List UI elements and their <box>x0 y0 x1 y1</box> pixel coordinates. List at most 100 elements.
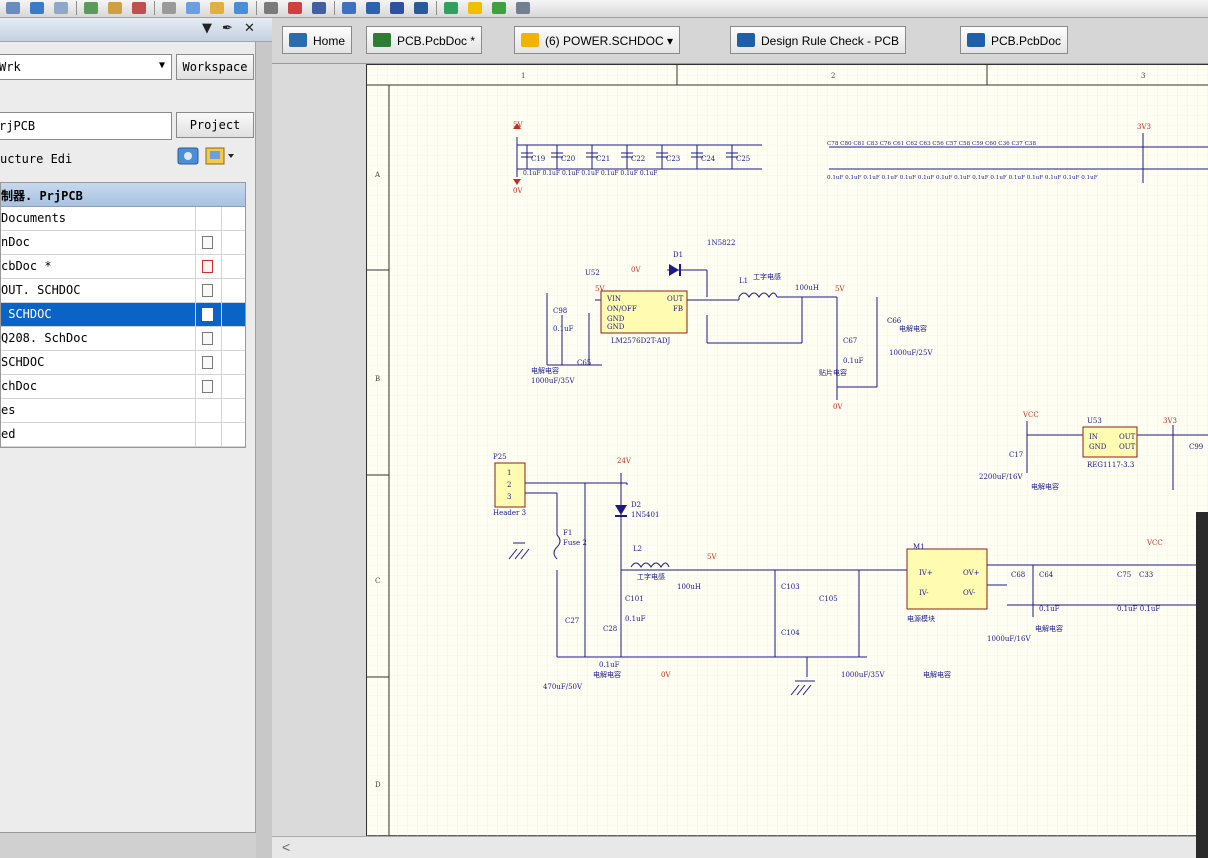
diode-part: 1N5401 <box>631 511 659 519</box>
search-icon[interactable] <box>52 0 70 16</box>
component-icon[interactable] <box>442 0 460 16</box>
cap-label: C28 <box>603 625 617 633</box>
diode-part: 1N5822 <box>707 239 735 247</box>
gear-icon[interactable] <box>514 0 532 16</box>
cross-icon[interactable] <box>286 0 304 16</box>
schematic-canvas[interactable]: 1 2 3 A B C D 5V 0V C19 C20 C21 C22 C23 … <box>272 64 1208 836</box>
status-cell <box>195 279 221 302</box>
pin-label: OUT <box>1119 433 1136 441</box>
pin-label: FB <box>673 305 683 313</box>
select-icon[interactable] <box>232 0 250 16</box>
inductor-label: L1 <box>739 277 748 285</box>
status-cell <box>221 255 247 278</box>
document-menu-icon[interactable] <box>205 147 234 165</box>
arrow-down-icon[interactable] <box>490 0 508 16</box>
tab-pcb[interactable]: PCB.PcbDoc <box>960 26 1069 54</box>
inductor-desc: 工字电感 <box>753 272 781 281</box>
pcb-icon <box>373 33 391 47</box>
tree-row[interactable]: es <box>1 399 245 423</box>
pin-label: IV- <box>919 589 929 597</box>
cap-label: C105 <box>819 595 838 603</box>
globe-icon <box>737 33 755 47</box>
status-cell <box>195 423 221 446</box>
globe-icon[interactable] <box>28 0 46 16</box>
structure-editor-row: ucture Edi <box>0 146 256 170</box>
status-cell <box>221 399 247 422</box>
cap-label: C27 <box>565 617 579 625</box>
tree-row[interactable]: SCHDOC <box>1 303 245 327</box>
projects-panel: ▼ ✒ ✕ Wrk ▼ Workspace rjPCB Project uctu… <box>0 18 272 858</box>
project-button[interactable]: Project <box>176 112 254 138</box>
project-field[interactable]: rjPCB <box>0 112 172 140</box>
home-icon <box>289 33 307 47</box>
toolbar-separator <box>256 1 257 15</box>
pin-label: OV- <box>963 589 976 597</box>
tree-row[interactable]: Documents <box>1 207 245 231</box>
tab-pcb-modified[interactable]: PCB.PcbDoc * <box>366 26 483 54</box>
copy-icon[interactable] <box>184 0 202 16</box>
tab-design-rule-check[interactable]: Design Rule Check - PCB <box>730 26 907 54</box>
cap-desc: 电解电容 <box>899 324 927 333</box>
cap-value: 0.1uF <box>625 615 646 623</box>
connector-designator: P25 <box>493 453 507 461</box>
tree-row-label: es <box>1 403 16 417</box>
power-icon[interactable] <box>388 0 406 16</box>
net-label-icon[interactable] <box>412 0 430 16</box>
app-window: ▼ ✒ ✕ Wrk ▼ Workspace rjPCB Project uctu… <box>0 0 1208 858</box>
zoom-icon[interactable] <box>82 0 100 16</box>
tree-row[interactable]: SCHDOC <box>1 351 245 375</box>
pin-label: ON/OFF <box>607 305 637 313</box>
cap-value: 470uF/50V <box>543 683 583 691</box>
wire-icon[interactable] <box>310 0 328 16</box>
tree-row[interactable]: OUT. SCHDOC <box>1 279 245 303</box>
cap-desc: 电解电容 <box>593 670 621 679</box>
tab-power-schdoc[interactable]: (6) POWER.SCHDOC ▾ <box>514 26 681 54</box>
tree-row[interactable]: nDoc <box>1 231 245 255</box>
tree-row[interactable]: chDoc <box>1 375 245 399</box>
paste-icon[interactable] <box>208 0 226 16</box>
close-icon[interactable]: ✕ <box>244 21 255 36</box>
power-module[interactable] <box>906 548 988 610</box>
panel-menu-icon[interactable]: ▼ <box>202 21 212 36</box>
net-5v: 5V <box>595 285 605 293</box>
workspace-button[interactable]: Workspace <box>176 54 254 80</box>
cap-desc: 电解电容 <box>1035 624 1063 633</box>
cut-icon[interactable] <box>160 0 178 16</box>
status-cell <box>195 207 221 230</box>
folder-icon[interactable] <box>4 0 22 16</box>
diode-label: D1 <box>673 251 683 259</box>
schematic-sheet[interactable]: 1 2 3 A B C D 5V 0V C19 C20 C21 C22 C23 … <box>366 64 1208 836</box>
tree-row[interactable]: ed <box>1 423 245 447</box>
modified-document-icon <box>202 260 213 273</box>
tree-row[interactable]: Q208. SchDoc <box>1 327 245 351</box>
redo-icon[interactable] <box>130 0 148 16</box>
project-tree-title[interactable]: 制器. PrjPCB <box>1 183 245 207</box>
undo-icon[interactable] <box>106 0 124 16</box>
port-icon[interactable] <box>364 0 382 16</box>
svg-text:2: 2 <box>507 481 511 489</box>
cap-label: C25 <box>736 155 750 163</box>
horizontal-scrollbar[interactable]: < <box>272 836 1208 858</box>
pin-icon[interactable]: ✒ <box>222 21 233 36</box>
tree-row[interactable]: cbDoc * <box>1 255 245 279</box>
bus-icon[interactable] <box>340 0 358 16</box>
arrow-up-icon[interactable] <box>466 0 484 16</box>
pin-label: OUT <box>667 295 684 303</box>
col-label: 3 <box>1141 72 1145 80</box>
regulator-chip[interactable] <box>1082 426 1138 458</box>
net-vcc: VCC <box>1146 539 1163 547</box>
pin-label: IV+ <box>919 569 933 577</box>
workspace-value: Wrk <box>0 60 21 74</box>
move-icon[interactable] <box>262 0 280 16</box>
tab-home[interactable]: Home <box>282 26 353 54</box>
status-cell <box>195 375 221 398</box>
scroll-left-icon[interactable]: < <box>282 839 290 855</box>
cap-value: 1000uF/25V <box>889 349 933 357</box>
pin-label: VIN <box>606 295 621 303</box>
document-icon <box>202 236 213 249</box>
cap-value: 0.1uF <box>1039 605 1060 613</box>
cap-label: C103 <box>781 583 800 591</box>
workspace-select[interactable]: Wrk ▼ <box>0 54 172 80</box>
layers-icon[interactable] <box>177 147 199 165</box>
cap-desc: 电解电容 <box>1031 482 1059 491</box>
